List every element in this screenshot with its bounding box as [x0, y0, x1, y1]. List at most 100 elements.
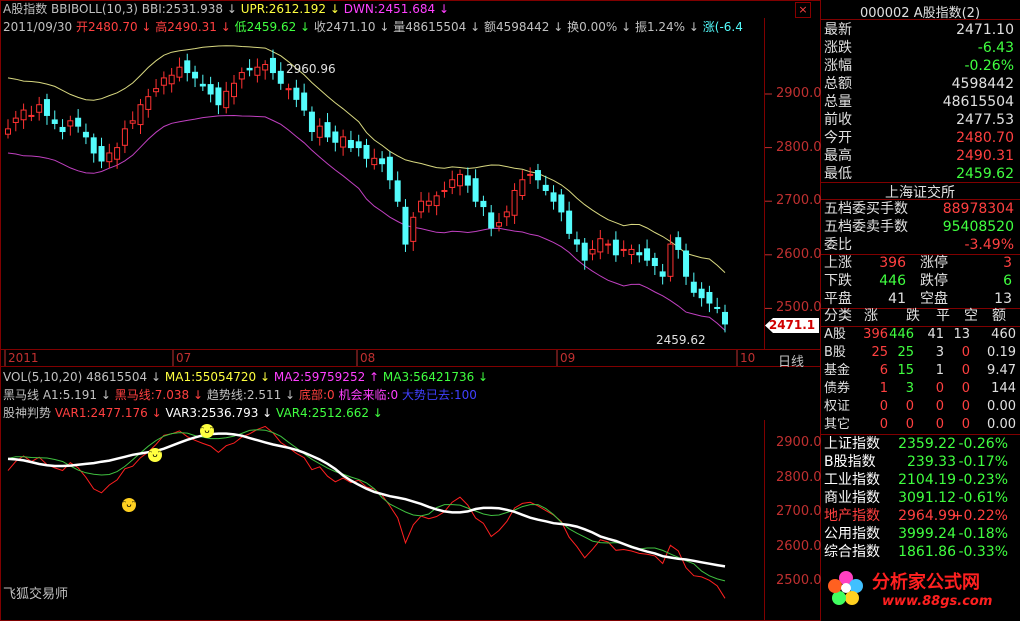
- candle: [332, 131, 339, 143]
- candle: [675, 237, 682, 250]
- price-tick: 2800.0: [776, 139, 822, 155]
- table-cell: 1: [935, 363, 944, 378]
- candle: [706, 291, 713, 304]
- candle: [355, 141, 362, 149]
- quote-value: 2490.31: [956, 148, 1014, 164]
- quote-row: 最高 2490.31: [822, 147, 1018, 165]
- index-name: 综合指数: [824, 544, 880, 560]
- candle: [550, 192, 557, 202]
- index-value: 2104.19: [898, 472, 956, 488]
- index-row[interactable]: 综合指数 1861.86 -0.33%: [822, 543, 1018, 561]
- date-tick: 09: [560, 351, 576, 365]
- breadth-value: 6: [1003, 273, 1012, 289]
- candle: [262, 64, 269, 71]
- table-cell: 其它: [824, 417, 851, 432]
- candle: [511, 189, 518, 216]
- breadth-label: 涨停: [920, 255, 948, 271]
- table-row: 其它 0 0 0 0 0.00: [822, 417, 1018, 433]
- index-row[interactable]: B股指数 239.33 -0.17%: [822, 453, 1018, 471]
- candle: [51, 119, 58, 124]
- candle: [722, 311, 728, 325]
- candle: [581, 242, 588, 261]
- candle: [620, 248, 627, 251]
- candle: [269, 57, 276, 74]
- header.line2-4: 收2471.10 ↓: [313, 20, 394, 34]
- header.line2-0: 2011/09/30: [3, 20, 76, 34]
- candle: [698, 288, 705, 299]
- close-icon[interactable]: ×: [795, 2, 811, 18]
- price-tick: 2900.0: [776, 86, 822, 101]
- high-annotation: 2960.96: [286, 62, 336, 76]
- table-cell: 6: [879, 363, 888, 378]
- vol_bar-0: VOL(5,10,20) 48615504 ↓: [3, 370, 165, 384]
- quote-value: 95408520: [942, 219, 1014, 235]
- candle: [488, 212, 495, 229]
- candle: [449, 179, 456, 188]
- quote-row: 五档委卖手数 95408520: [822, 218, 1018, 236]
- candle: [503, 211, 510, 218]
- quote-value: 4598442: [951, 76, 1014, 92]
- header.line2-1: 开2480.70 ↓: [75, 20, 156, 34]
- table-row: 基金 6 15 1 0 9.47: [822, 363, 1018, 379]
- quote-value: 2471.10: [956, 22, 1014, 38]
- header.line1-0: A股指数 BBIBOLL(10,3) BBI:2531.938: [3, 2, 227, 16]
- table-cell: 0: [905, 399, 914, 414]
- candle: [137, 104, 144, 126]
- quote-label: 涨跌: [824, 40, 852, 56]
- index-change: -0.61%: [958, 490, 1008, 506]
- sub-tick: 2500.0: [776, 573, 822, 588]
- ind_bar2-1: VAR1:2477.176 ↓: [54, 406, 166, 420]
- candle: [153, 88, 160, 93]
- quote-row: 最低 2459.62: [822, 165, 1018, 183]
- index-change: +0.22%: [951, 508, 1008, 524]
- period-label[interactable]: 日线: [778, 351, 804, 370]
- breadth-value: 396: [879, 255, 906, 271]
- candle: [464, 175, 471, 186]
- index-row[interactable]: 商业指数 3091.12 -0.61%: [822, 489, 1018, 507]
- breadth-label: 空盘: [920, 291, 948, 307]
- quote-label: 五档委卖手数: [824, 219, 908, 235]
- ind_bar2-0: 股神判势: [3, 406, 55, 420]
- ind_bar1-2: 趋势线:2.511 ↓: [206, 388, 299, 402]
- candle: [667, 243, 674, 277]
- vol_bar-2: MA2:59759252 ↑: [273, 370, 383, 384]
- quote-value: 88978304: [942, 201, 1014, 217]
- candle: [402, 206, 409, 245]
- candle: [67, 120, 74, 127]
- candle: [566, 210, 573, 234]
- table-cell: 0.19: [987, 345, 1016, 360]
- index-row[interactable]: 地产指数 2964.99 +0.22%: [822, 507, 1018, 525]
- quote-row: 涨幅 -0.26%: [822, 57, 1018, 75]
- candle: [519, 179, 526, 197]
- candle: [714, 306, 721, 309]
- candle: [628, 248, 635, 256]
- candle: [82, 131, 89, 138]
- index-row[interactable]: 上证指数 2359.22 -0.26%: [822, 435, 1018, 453]
- index-name: 工业指数: [824, 472, 880, 488]
- table-cell: 25: [871, 345, 888, 360]
- index-value: 2964.99: [898, 508, 956, 524]
- candle: [558, 194, 565, 213]
- index-name: 商业指数: [824, 490, 880, 506]
- candle: [293, 87, 300, 100]
- candle: [145, 96, 152, 110]
- index-row[interactable]: 公用指数 3999.24 -0.18%: [822, 525, 1018, 543]
- header.line1-3: ↓: [329, 2, 344, 16]
- index-value: 2359.22: [898, 436, 956, 452]
- index-value: 1861.86: [898, 544, 956, 560]
- candle: [363, 144, 370, 159]
- table-cell: 0: [961, 417, 970, 432]
- candle: [277, 70, 284, 84]
- index-row[interactable]: 工业指数 2104.19 -0.23%: [822, 471, 1018, 489]
- quote-value: -6.43: [977, 40, 1014, 56]
- sub-tick: 2700.0: [776, 504, 822, 519]
- breadth-label: 上涨: [824, 255, 852, 271]
- date-tick: 2011: [8, 351, 39, 365]
- breadth-row: 平盘 41 空盘 13: [822, 290, 1018, 308]
- table-cell: 基金: [824, 363, 851, 378]
- ind_bar1-0: 黑马线 A1:5.191 ↓: [3, 388, 115, 402]
- table-cell: 396: [863, 327, 888, 342]
- smiley-icon: ᵔᴗᵔ: [148, 448, 162, 462]
- ind_bar2-2: VAR3:2536.793 ↓: [165, 406, 277, 420]
- header.line1-1: ↓: [226, 2, 241, 16]
